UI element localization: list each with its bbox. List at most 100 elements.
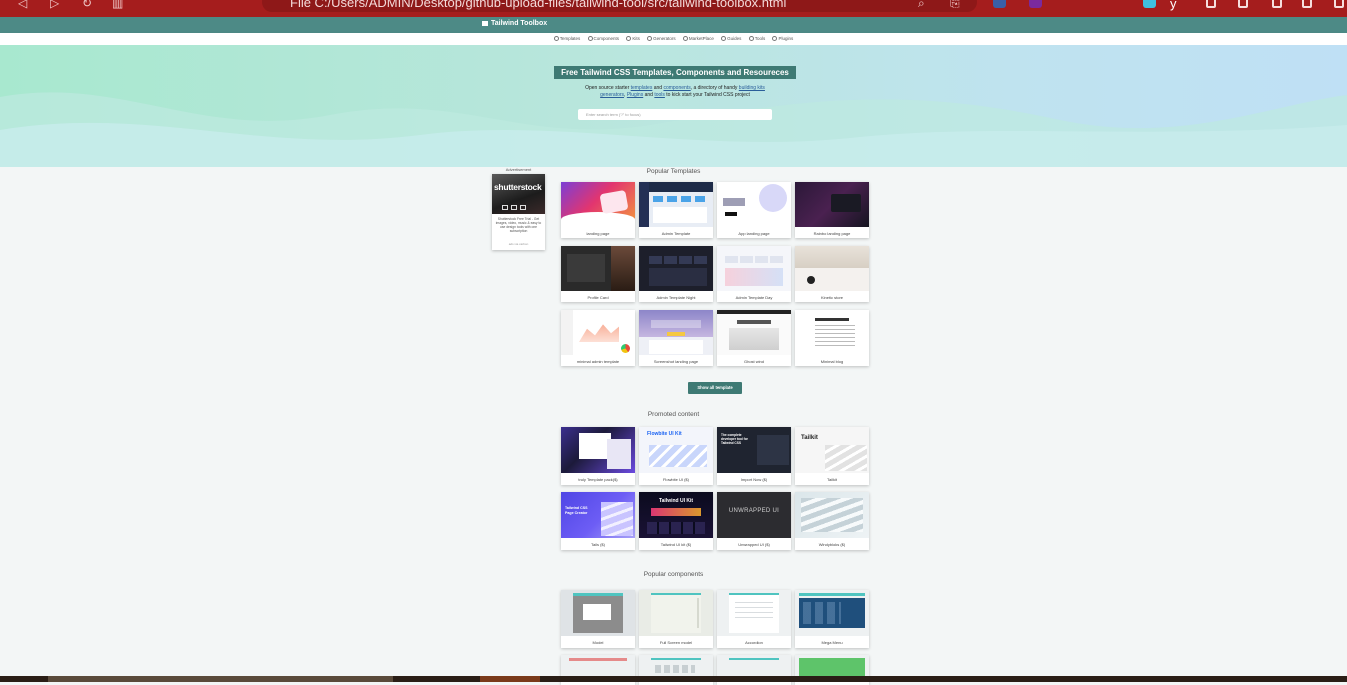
template-card[interactable]: Screenshot landing page (639, 310, 713, 366)
component-card[interactable]: Mega Menu (795, 590, 869, 648)
promoted-card[interactable]: Tailwind CSS Page Creator Tails ($) (561, 492, 635, 550)
template-card[interactable]: landing page (561, 182, 635, 238)
promoted-thumbnail: Flowbite UI Kit (639, 427, 713, 473)
extension-cloud-icon[interactable] (1143, 0, 1156, 8)
nav-label: Guides (727, 36, 742, 41)
address-text: File C:/Users/ADMIN/Desktop/github-uploa… (290, 0, 787, 10)
promoted-thumbnail: UNWRAPPED UI (717, 492, 791, 538)
thumb-chart (725, 268, 783, 286)
promoted-card[interactable]: truly Template pack($) (561, 427, 635, 485)
nav-marketplace[interactable]: MarketPlace (682, 33, 714, 45)
promoted-card[interactable]: Tailwind UI Kit Tailwind UI kit ($) (639, 492, 713, 550)
thumb-stats (653, 196, 707, 202)
thumb-screen (607, 439, 631, 469)
component-thumbnail (795, 590, 869, 636)
thumb-menu-columns (803, 602, 841, 624)
thumb-photo (611, 246, 635, 291)
thumb-heading (815, 318, 849, 321)
building-kits-link[interactable]: building kits (739, 85, 765, 91)
thumb-heading: The complete developer tool for Tailwind… (721, 433, 748, 445)
thumb-topbar (639, 182, 713, 192)
taskbar-window[interactable] (480, 676, 540, 682)
extension-shield-icon[interactable] (993, 0, 1006, 8)
card-label: Unwrapped UI ($) (738, 542, 770, 547)
nav-guides[interactable]: Guides (721, 33, 741, 45)
menu-icon[interactable] (1334, 0, 1344, 8)
search-input[interactable] (578, 109, 772, 120)
forward-icon[interactable]: ▷ (50, 0, 59, 10)
downloads-icon[interactable] (1238, 0, 1248, 8)
template-card[interactable]: Admin Template Day (717, 246, 791, 302)
template-thumbnail (639, 310, 713, 355)
ad-text[interactable]: Shutterstock Free Trial - Get images, vi… (495, 217, 542, 233)
back-icon[interactable]: ◁ (18, 0, 27, 10)
nav-generators[interactable]: Generators (647, 33, 676, 45)
browser-toolbar: ◁ ▷ ↻ ▥ File C:/Users/ADMIN/Desktop/gith… (0, 0, 1347, 17)
nav-plugins[interactable]: Plugins (772, 33, 793, 45)
thumb-topbar (717, 310, 791, 314)
nav-components[interactable]: Components (587, 33, 619, 45)
camera-icon (502, 205, 508, 210)
address-bar[interactable]: File C:/Users/ADMIN/Desktop/github-uploa… (262, 0, 977, 12)
template-card[interactable]: Minimal blog (795, 310, 869, 366)
card-label: Admin Template (661, 231, 691, 236)
ad-media-icons (502, 197, 529, 214)
ad-footer[interactable]: ads via carbon (495, 242, 542, 246)
thumb-stats (649, 256, 707, 264)
tools-link[interactable]: tools (654, 92, 665, 98)
plugins-link[interactable]: Plugins (627, 92, 643, 98)
show-all-templates-button[interactable]: Show all template (688, 382, 742, 394)
generators-icon (647, 36, 653, 42)
card-label: Full Screen model (659, 640, 693, 645)
card-label: Flowbite UI ($) (662, 477, 689, 482)
restore-icon[interactable] (1302, 0, 1312, 8)
nav-kits[interactable]: Kits (626, 33, 640, 45)
thumb-heading (723, 198, 745, 206)
component-card[interactable]: Accordion (717, 590, 791, 648)
thumb-stats (651, 508, 701, 516)
taskbar-window[interactable] (48, 676, 393, 682)
nav-templates[interactable]: Templates (553, 33, 580, 45)
template-card[interactable]: App landing page (717, 182, 791, 238)
promoted-card[interactable]: The complete developer tool for Tailwind… (717, 427, 791, 485)
hero-title: Free Tailwind CSS Templates, Components … (554, 66, 796, 79)
card-label: Tailwind UI kit ($) (660, 542, 692, 547)
browser-search-icon[interactable]: ⌕ (918, 0, 925, 11)
desc-text: Open source starter (585, 85, 631, 91)
share-icon[interactable]: ⎘ (950, 0, 960, 11)
ad-image[interactable]: shutterstock (492, 174, 545, 214)
brand[interactable]: Tailwind Toolbox (482, 20, 547, 27)
ad-card[interactable]: shutterstock Shutterstock Free Trial - G… (492, 174, 545, 250)
templates-link[interactable]: templates (631, 85, 653, 91)
promoted-card[interactable]: Flowbite UI Kit Flowbite UI ($) (639, 427, 713, 485)
thumb-window (831, 194, 861, 212)
brand-name: Tailwind Toolbox (491, 20, 548, 27)
template-card[interactable]: Kinetic store (795, 246, 869, 302)
tabs-icon[interactable]: ▥ (112, 0, 123, 10)
template-card[interactable]: Profile Card (561, 246, 635, 302)
promoted-card[interactable]: Tailkit Tailkit (795, 427, 869, 485)
card-label: Admin Template Night (656, 295, 696, 300)
components-icon (587, 36, 593, 42)
thumb-image (729, 328, 779, 350)
component-card[interactable]: Full Screen model (639, 590, 713, 648)
template-card[interactable]: Admin Template Night (639, 246, 713, 302)
template-card[interactable]: minimal admin template (561, 310, 635, 366)
window-icon[interactable] (1272, 0, 1282, 8)
component-card[interactable]: Model (561, 590, 635, 648)
refresh-icon[interactable]: ↻ (82, 0, 92, 10)
template-card[interactable]: Rainbo landing page (795, 182, 869, 238)
template-card[interactable]: Ghost wind (717, 310, 791, 366)
promoted-card[interactable]: UNWRAPPED UI Unwrapped UI ($) (717, 492, 791, 550)
template-card[interactable]: Admin Template (639, 182, 713, 238)
card-label: landing page (586, 231, 610, 236)
home-icon[interactable] (1206, 0, 1216, 8)
nav-tools[interactable]: Tools (748, 33, 765, 45)
extension-icon[interactable] (1029, 0, 1042, 8)
thumb-heading: UNWRAPPED UI (728, 508, 780, 514)
promoted-card[interactable]: Windybloks ($) (795, 492, 869, 550)
components-link[interactable]: components (663, 85, 690, 91)
generators-link[interactable]: generators (600, 92, 624, 98)
profile-initial[interactable]: y (1170, 0, 1177, 11)
thumb-card (567, 254, 605, 282)
